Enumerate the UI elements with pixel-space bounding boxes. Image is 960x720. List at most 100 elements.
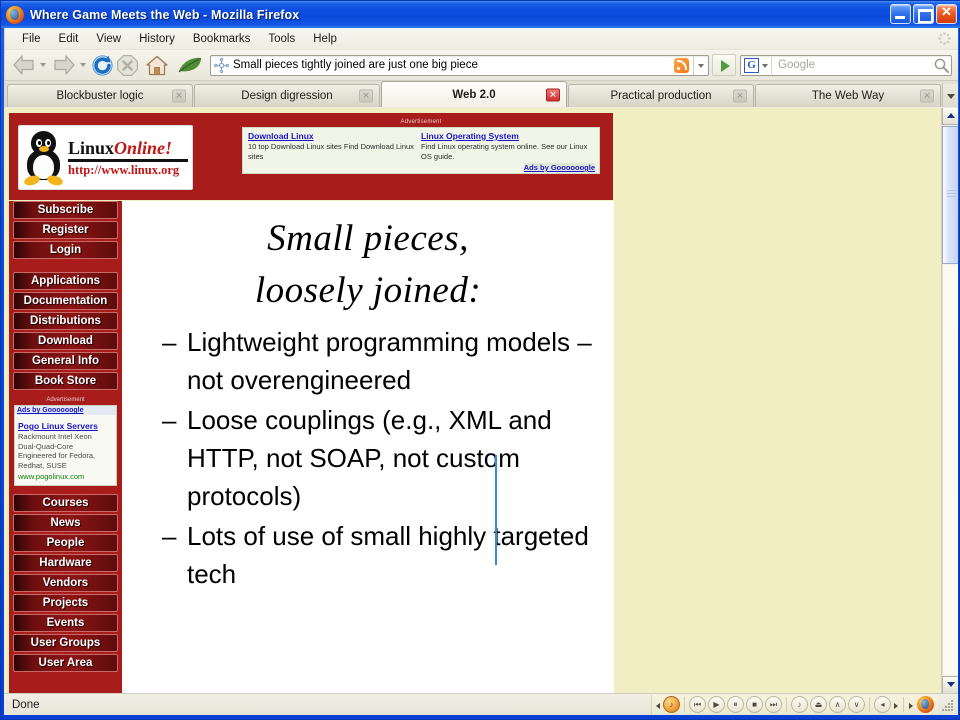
sidebar-item-vendors[interactable]: Vendors [13, 573, 118, 592]
sidebar-item-user-groups[interactable]: User Groups [13, 633, 118, 652]
menu-history[interactable]: History [130, 31, 184, 47]
previous-track-button[interactable]: ⏮ [689, 696, 706, 713]
url-history-dropdown-icon[interactable] [693, 55, 708, 75]
menu-view[interactable]: View [87, 31, 130, 47]
tab-the-web-way[interactable]: The Web Way [755, 84, 941, 107]
tab-practical-production[interactable]: Practical production [568, 84, 754, 107]
window-title: Where Game Meets the Web - Mozilla Firef… [30, 7, 300, 22]
minimize-button[interactable] [890, 4, 911, 24]
sidebar-item-courses[interactable]: Courses [13, 493, 118, 512]
go-button[interactable] [712, 54, 736, 76]
sidebar-item-news[interactable]: News [13, 513, 118, 532]
sidebar-item-hardware[interactable]: Hardware [13, 553, 118, 572]
sidebar-item-download[interactable]: Download [13, 332, 118, 350]
stop-button[interactable]: ■ [746, 696, 763, 713]
search-input[interactable]: Google [772, 59, 932, 71]
scroll-down-arrow-icon[interactable] [942, 676, 958, 693]
home-icon[interactable] [145, 54, 169, 77]
tux-penguin-icon [23, 130, 65, 187]
ad-title-link[interactable]: Linux Operating System [421, 131, 588, 142]
firefox-tray-icon[interactable] [917, 696, 934, 713]
close-button[interactable] [936, 4, 957, 24]
linux-online-logo[interactable]: LinuxOnline! http://www.linux.org [18, 125, 193, 190]
volume-up-button[interactable]: ∧ [829, 696, 846, 713]
tray-separator [684, 697, 685, 712]
ads-by-google-link[interactable]: Ads by Goooooogle [523, 163, 595, 172]
tab-web-2-0[interactable]: Web 2.0 [381, 81, 567, 107]
search-bar[interactable]: G Google [740, 54, 952, 76]
mute-button[interactable]: ◂ [874, 696, 891, 713]
tab-close-icon[interactable] [920, 89, 934, 104]
scrollbar-track[interactable] [942, 265, 958, 675]
eject-button[interactable]: ⏏ [810, 696, 827, 713]
tab-close-icon[interactable] [172, 89, 186, 104]
tab-close-icon[interactable] [546, 87, 560, 102]
list-item: – Loose couplings (e.g., XML and HTTP, n… [162, 401, 614, 515]
sidebar-item-events[interactable]: Events [13, 613, 118, 632]
toolbar-gripper-icon[interactable] [938, 32, 951, 45]
slide-title-line-2: loosely joined: [254, 270, 482, 311]
scrollbar-thumb[interactable] [942, 126, 958, 264]
pause-button[interactable]: ⏸ [727, 696, 744, 713]
menu-tools[interactable]: Tools [259, 31, 304, 47]
menu-file[interactable]: File [13, 31, 50, 47]
tab-strip: Blockbuster logic Design digression Web … [5, 80, 958, 107]
sidebar-item-general-info[interactable]: General Info [13, 352, 118, 370]
ad-body-line: Redhat, SUSE [18, 460, 67, 470]
volume-down-button[interactable]: ∨ [848, 696, 865, 713]
ad-title-link[interactable]: Pogo Linux Servers [15, 415, 116, 432]
sidebar-item-applications[interactable]: Applications [13, 272, 118, 290]
ad-url-text: www.pogolinux.com [18, 472, 85, 481]
url-text: Small pieces tightly joined are just one… [233, 59, 478, 71]
sidebar-item-distributions[interactable]: Distributions [13, 312, 118, 330]
list-item: – Lots of use of small highly targeted t… [162, 517, 614, 593]
tray-collapse-icon[interactable] [654, 696, 662, 714]
back-dropdown-icon[interactable] [39, 55, 48, 75]
tab-close-icon[interactable] [733, 89, 747, 104]
maximize-button[interactable] [913, 4, 934, 24]
sidebar-item-register[interactable]: Register [13, 221, 118, 239]
tab-close-icon[interactable] [359, 89, 373, 104]
tray-more-icon[interactable] [907, 696, 915, 714]
next-track-button[interactable]: ⏭ [765, 696, 782, 713]
tab-blockbuster-logic[interactable]: Blockbuster logic [7, 84, 193, 107]
window-resize-grip[interactable] [942, 698, 956, 712]
forward-arrow-icon[interactable] [51, 53, 77, 77]
back-arrow-icon[interactable] [11, 53, 37, 77]
music-note-icon[interactable]: ♪ [663, 696, 680, 713]
tray-expand-icon[interactable] [892, 696, 900, 714]
url-bar[interactable]: Small pieces tightly joined are just one… [210, 54, 709, 76]
sidebar-item-projects[interactable]: Projects [13, 593, 118, 612]
ad-body-line: Dual-Quad-Core [18, 441, 74, 451]
menu-bookmarks[interactable]: Bookmarks [184, 31, 260, 47]
play-button[interactable]: ▶ [708, 696, 725, 713]
list-item: – Lightweight programming models – not o… [162, 323, 614, 399]
logo-word-online: Online! [114, 137, 173, 158]
tab-list-dropdown-icon[interactable] [942, 84, 958, 107]
sidebar-advertisement: Advertisement Ads by Goooooogle Pogo Lin… [14, 396, 117, 486]
reload-icon[interactable] [91, 54, 114, 77]
forward-dropdown-icon[interactable] [79, 55, 88, 75]
tab-design-digression[interactable]: Design digression [194, 84, 380, 107]
music-library-button[interactable]: ♪ [791, 696, 808, 713]
ad-title-link[interactable]: Download Linux [248, 131, 415, 142]
search-engine-dropdown-icon[interactable] [761, 56, 771, 75]
rss-feed-icon[interactable] [674, 57, 689, 73]
sidebar-item-user-area[interactable]: User Area [13, 653, 118, 672]
sidebar-item-book-store[interactable]: Book Store [13, 372, 118, 390]
tab-label: Practical production [610, 90, 712, 102]
sidebar-item-login[interactable]: Login [13, 241, 118, 259]
menu-edit[interactable]: Edit [50, 31, 88, 47]
search-icon[interactable] [932, 56, 951, 75]
leaf-icon[interactable] [177, 55, 203, 75]
sidebar-item-people[interactable]: People [13, 533, 118, 552]
browser-window: Where Game Meets the Web - Mozilla Firef… [0, 0, 960, 720]
scroll-up-arrow-icon[interactable] [942, 108, 958, 125]
sidebar-item-subscribe[interactable]: Subscribe [13, 201, 118, 219]
menu-help[interactable]: Help [304, 31, 346, 47]
sidebar-item-documentation[interactable]: Documentation [13, 292, 118, 310]
ads-by-google-link[interactable]: Ads by Goooooogle [15, 406, 116, 415]
page-scrollbar[interactable] [941, 108, 958, 693]
tab-label: The Web Way [811, 90, 885, 102]
google-engine-icon[interactable]: G [744, 57, 759, 73]
